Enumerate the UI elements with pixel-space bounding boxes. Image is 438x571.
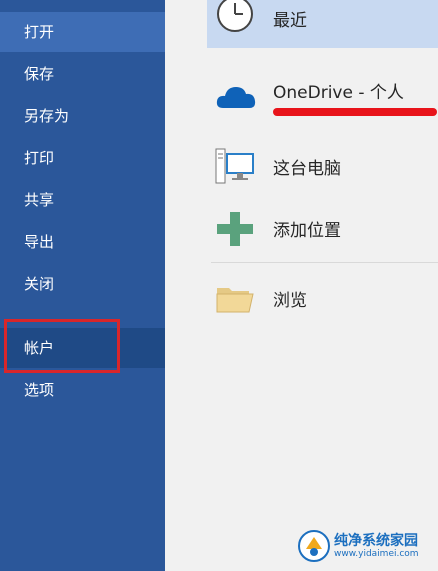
clock-icon xyxy=(217,0,253,32)
place-onedrive[interactable]: OneDrive - 个人 xyxy=(207,72,438,128)
sidebar-item-share[interactable]: 共享 xyxy=(0,180,165,220)
sidebar-item-label: 选项 xyxy=(24,381,55,399)
sidebar-item-close[interactable]: 关闭 xyxy=(0,264,165,304)
computer-icon xyxy=(215,148,254,184)
cloud-icon xyxy=(216,87,256,108)
place-label: 浏览 xyxy=(273,291,307,311)
place-label: OneDrive - 个人 xyxy=(273,83,404,103)
plus-icon xyxy=(217,212,253,246)
sidebar-item-label: 打印 xyxy=(24,149,55,167)
places-divider xyxy=(211,262,438,263)
watermark: 纯净系统家园 www.yidaimei.com xyxy=(298,530,419,562)
sidebar-item-label: 另存为 xyxy=(24,107,70,125)
sidebar-item-label: 打开 xyxy=(24,23,55,41)
sidebar-item-label: 保存 xyxy=(24,65,55,83)
folder-icon xyxy=(216,288,254,313)
place-browse[interactable]: 浏览 xyxy=(207,276,438,320)
places-pane: 最近 OneDrive - 个人 这台电脑 添加位置 浏览 xyxy=(165,0,438,571)
sidebar-item-open[interactable]: 打开 xyxy=(0,12,165,52)
sidebar-item-label: 关闭 xyxy=(24,275,55,293)
redaction-mark xyxy=(273,108,437,116)
sidebar-item-export[interactable]: 导出 xyxy=(0,222,165,262)
place-add[interactable]: 添加位置 xyxy=(207,206,438,250)
place-this-pc[interactable]: 这台电脑 xyxy=(207,144,438,188)
sidebar-item-print[interactable]: 打印 xyxy=(0,138,165,178)
watermark-logo-icon xyxy=(298,530,330,562)
watermark-url: www.yidaimei.com xyxy=(334,549,419,559)
place-label: 最近 xyxy=(273,11,307,31)
sidebar-item-label: 导出 xyxy=(24,233,55,251)
place-label: 这台电脑 xyxy=(273,159,341,179)
sidebar-item-options[interactable]: 选项 xyxy=(0,370,165,410)
place-label: 添加位置 xyxy=(273,221,341,241)
watermark-title: 纯净系统家园 xyxy=(334,533,418,549)
annotation-highlight-box xyxy=(4,319,120,373)
sidebar-item-save[interactable]: 保存 xyxy=(0,54,165,94)
place-recent[interactable]: 最近 xyxy=(207,0,438,48)
sidebar-item-label: 共享 xyxy=(24,191,55,209)
sidebar: 打开 保存 另存为 打印 共享 导出 关闭 帐户 选项 xyxy=(0,0,165,571)
sidebar-item-save-as[interactable]: 另存为 xyxy=(0,96,165,136)
